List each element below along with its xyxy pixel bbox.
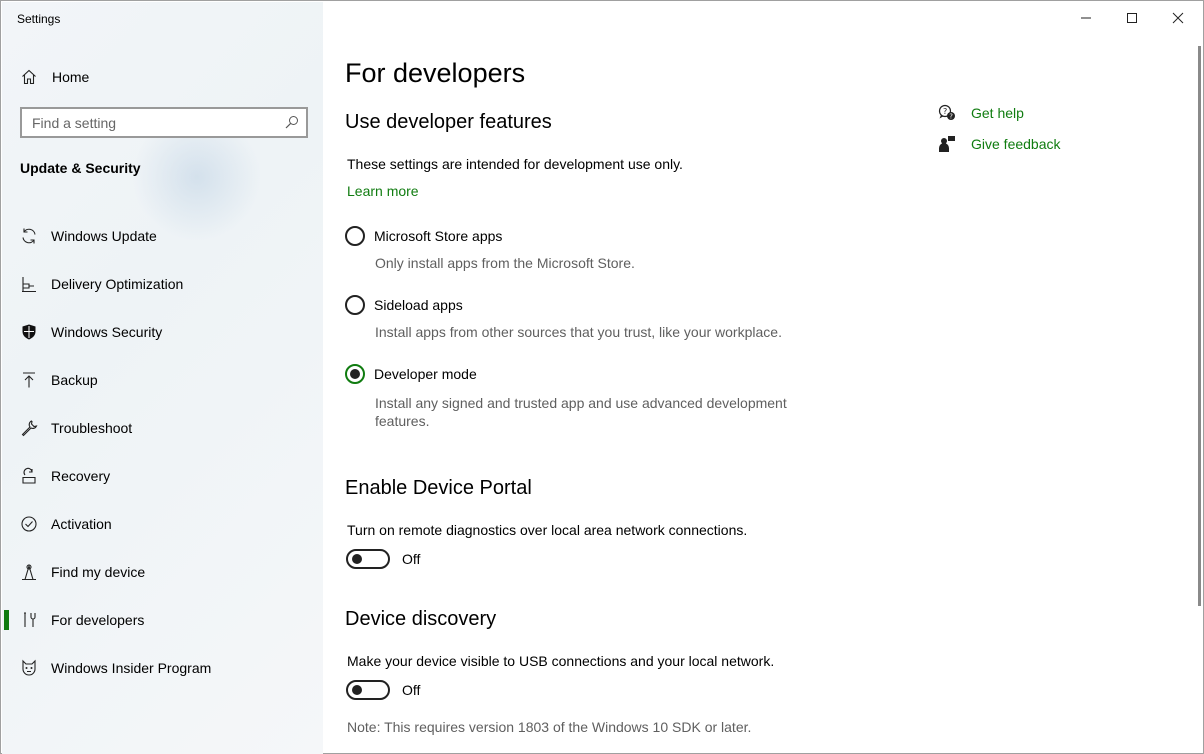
dev-features-description: These settings are intended for developm… — [347, 156, 683, 172]
toggle-knob — [352, 554, 362, 564]
sidebar-item-windows-insider-program[interactable]: Windows Insider Program — [2, 644, 323, 692]
sidebar-item-label: Troubleshoot — [51, 420, 133, 436]
device-discovery-heading: Device discovery — [345, 608, 497, 630]
sidebar-item-label: Delivery Optimization — [51, 276, 184, 292]
svg-text:?: ? — [949, 113, 953, 121]
sidebar-item-label: Activation — [51, 516, 112, 532]
radio-description: Only install apps from the Microsoft Sto… — [375, 255, 635, 271]
device-discovery-toggle-row[interactable]: Off — [346, 679, 420, 701]
sidebar-item-label: Windows Security — [51, 324, 163, 340]
sidebar: Settings Home Update & Security Windows … — [2, 2, 323, 754]
section-heading: Update & Security — [20, 160, 141, 176]
radio-sideload-apps[interactable]: Sideload apps — [345, 294, 463, 316]
search-icon[interactable] — [285, 115, 299, 129]
sidebar-item-label: For developers — [51, 612, 145, 628]
sidebar-item-home[interactable]: Home — [19, 66, 89, 88]
device-portal-toggle[interactable] — [346, 549, 390, 569]
home-icon — [19, 67, 39, 87]
dev-features-heading: Use developer features — [345, 111, 552, 133]
wrench-icon — [19, 418, 39, 438]
sidebar-item-find-my-device[interactable]: Find my device — [2, 548, 323, 596]
device-discovery-note: Note: This requires version 1803 of the … — [347, 719, 752, 735]
backup-arrow-icon — [19, 370, 39, 390]
page-title: For developers — [345, 58, 526, 88]
check-circle-icon — [19, 514, 39, 534]
find-device-icon — [19, 562, 39, 582]
device-discovery-toggle[interactable] — [346, 680, 390, 700]
search-input[interactable] — [32, 114, 272, 131]
sync-icon — [19, 226, 39, 246]
main-content: For developers Use developer features Th… — [323, 2, 1203, 754]
get-help-label[interactable]: Get help — [971, 105, 1024, 121]
sidebar-item-troubleshoot[interactable]: Troubleshoot — [2, 404, 323, 452]
learn-more-link[interactable]: Learn more — [347, 183, 419, 199]
toggle-state-label: Off — [402, 682, 421, 698]
radio-label: Sideload apps — [374, 297, 463, 313]
sidebar-item-label: Recovery — [51, 468, 111, 484]
radio-button-checked[interactable] — [345, 364, 365, 384]
radio-microsoft-store-apps[interactable]: Microsoft Store apps — [345, 225, 502, 247]
settings-window: Settings Home Update & Security Windows … — [0, 0, 1204, 754]
radio-dot — [350, 369, 360, 379]
get-help-link[interactable]: ?? Get help — [937, 102, 1061, 124]
sidebar-item-label: Find my device — [51, 564, 146, 580]
radio-button[interactable] — [345, 226, 365, 246]
sidebar-item-activation[interactable]: Activation — [2, 500, 323, 548]
sidebar-nav: Windows Update Delivery Optimization Win… — [2, 212, 323, 692]
shield-icon — [19, 322, 39, 342]
svg-text:?: ? — [943, 107, 947, 116]
feedback-person-icon — [937, 134, 957, 154]
sidebar-item-label: Windows Update — [51, 228, 157, 244]
radio-description: Install apps from other sources that you… — [375, 324, 782, 340]
sidebar-item-label: Home — [52, 69, 90, 85]
developer-tools-icon — [19, 610, 39, 630]
radio-label: Microsoft Store apps — [374, 228, 503, 244]
sidebar-item-recovery[interactable]: Recovery — [2, 452, 323, 500]
recovery-icon — [19, 466, 39, 486]
toggle-state-label: Off — [402, 551, 421, 567]
sidebar-item-windows-security[interactable]: Windows Security — [2, 308, 323, 356]
toggle-knob — [352, 685, 362, 695]
radio-description: Install any signed and trusted app and u… — [375, 395, 787, 429]
insider-cat-icon — [19, 658, 39, 678]
help-links: ?? Get help Give feedback — [937, 102, 1061, 164]
radio-label: Developer mode — [374, 366, 477, 382]
sidebar-item-label: Backup — [51, 372, 98, 388]
give-feedback-label[interactable]: Give feedback — [971, 136, 1061, 152]
device-portal-heading: Enable Device Portal — [345, 477, 532, 499]
window-title: Settings — [17, 12, 61, 26]
sidebar-item-label: Windows Insider Program — [51, 660, 212, 676]
radio-button[interactable] — [345, 295, 365, 315]
help-chat-icon: ?? — [937, 103, 957, 123]
delivery-optimization-icon — [19, 274, 39, 294]
sidebar-item-for-developers[interactable]: For developers — [2, 596, 323, 644]
radio-developer-mode[interactable]: Developer mode — [345, 363, 477, 385]
search-box[interactable] — [20, 107, 308, 138]
sidebar-item-backup[interactable]: Backup — [2, 356, 323, 404]
device-discovery-description: Make your device visible to USB connecti… — [347, 653, 775, 669]
device-portal-toggle-row[interactable]: Off — [346, 548, 420, 570]
sidebar-item-windows-update[interactable]: Windows Update — [2, 212, 323, 260]
give-feedback-link[interactable]: Give feedback — [937, 133, 1061, 155]
scrollbar[interactable] — [1198, 46, 1201, 606]
device-portal-description: Turn on remote diagnostics over local ar… — [347, 522, 748, 538]
sidebar-item-delivery-optimization[interactable]: Delivery Optimization — [2, 260, 323, 308]
